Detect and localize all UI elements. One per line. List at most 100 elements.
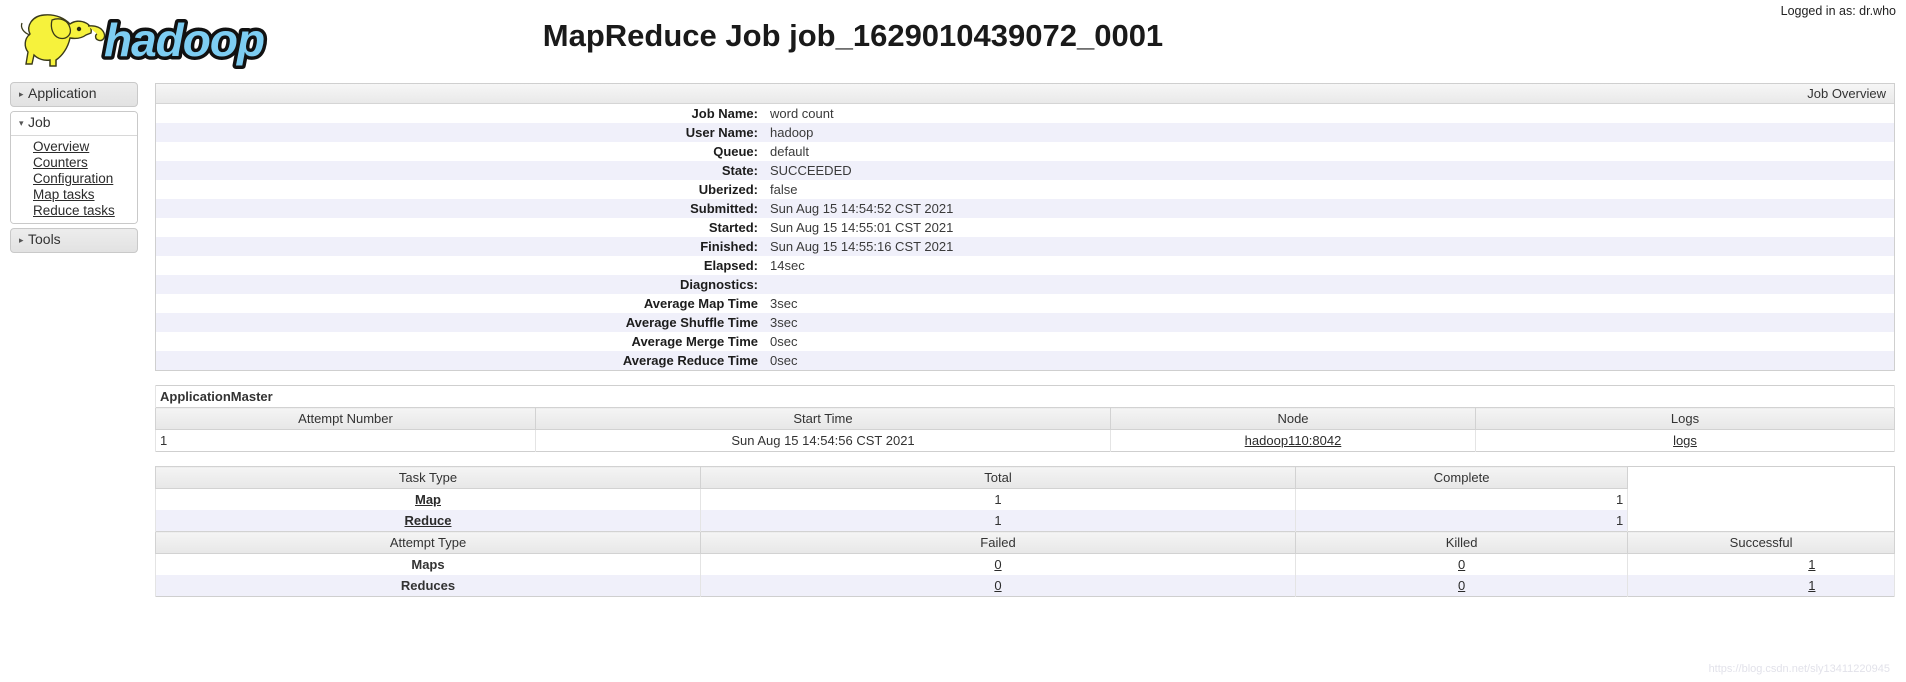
table-row: Average Reduce Time 0sec xyxy=(156,351,1894,370)
main-content: Job Overview Job Name: word count User N… xyxy=(155,83,1895,611)
cell-attempt-number: 1 xyxy=(155,429,536,452)
table-row: Uberized: false xyxy=(156,180,1894,199)
column-header-failed[interactable]: Failed xyxy=(700,531,1296,554)
column-header-killed[interactable]: Killed xyxy=(1294,531,1629,554)
sidebar-header-tools[interactable]: ▸ Tools xyxy=(11,229,137,252)
column-header-attempt-number[interactable]: Attempt Number xyxy=(155,407,536,430)
cell-reduces-killed: 0 xyxy=(1294,575,1629,597)
reduce-tasks-link[interactable]: Reduce xyxy=(405,513,452,528)
cell-reduces-failed: 0 xyxy=(700,575,1296,597)
column-header-attempt-type[interactable]: Attempt Type xyxy=(155,531,701,554)
page-title: MapReduce Job job_1629010439072_0001 xyxy=(542,18,1164,53)
cell-node: hadoop110:8042 xyxy=(1110,429,1476,452)
maps-killed-link[interactable]: 0 xyxy=(1458,557,1465,572)
list-item: Map tasks xyxy=(33,187,137,203)
row-label: Elapsed: xyxy=(703,258,758,273)
cell-map-total: 1 xyxy=(700,488,1296,510)
table-row: Map 1 1 xyxy=(155,488,1895,510)
cell-reduce-complete: 1 xyxy=(1294,510,1629,532)
cell-task-type-reduce: Reduce xyxy=(155,510,701,532)
job-overview-panel: Job Overview Job Name: word count User N… xyxy=(155,83,1895,371)
row-label: State: xyxy=(721,163,758,178)
sidebar-item-overview[interactable]: Overview xyxy=(33,139,89,154)
cell-maps-successful: 1 xyxy=(1627,553,1895,575)
row-label: Submitted: xyxy=(690,201,758,216)
row-label: Job Name: xyxy=(691,106,758,121)
list-item: Configuration xyxy=(33,171,137,187)
job-overview-table: Job Name: word count User Name: hadoop Q… xyxy=(156,104,1894,370)
cell-reduces-successful: 1 xyxy=(1627,575,1895,597)
row-value: 0sec xyxy=(770,353,798,368)
table-row: Submitted: Sun Aug 15 14:54:52 CST 2021 xyxy=(156,199,1894,218)
table-row: Average Merge Time 0sec xyxy=(156,332,1894,351)
sidebar-label-application: Application xyxy=(28,85,97,101)
login-status: Logged in as: dr.who xyxy=(1780,4,1896,18)
row-label: User Name: xyxy=(685,125,758,140)
row-label: Diagnostics: xyxy=(679,277,758,292)
table-row: Queue: default xyxy=(156,142,1894,161)
row-value: 3sec xyxy=(770,315,798,330)
chevron-right-icon: ▸ xyxy=(19,89,24,99)
logs-link[interactable]: logs xyxy=(1673,433,1697,448)
cell-maps-killed: 0 xyxy=(1294,553,1629,575)
row-label: Average Map Time xyxy=(643,296,758,311)
table-header-row: Attempt Type Failed Killed Successful xyxy=(155,531,1895,554)
list-item: Reduce tasks xyxy=(33,203,137,219)
table-row: Elapsed: 14sec xyxy=(156,256,1894,275)
map-tasks-link[interactable]: Map xyxy=(415,492,441,507)
cell-maps-failed: 0 xyxy=(700,553,1296,575)
table-header-row: Task Type Total Complete xyxy=(155,466,1895,489)
maps-successful-link[interactable]: 1 xyxy=(1808,557,1815,572)
application-master-title: ApplicationMaster xyxy=(155,385,1895,408)
row-label: Average Merge Time xyxy=(631,334,758,349)
sidebar-header-job[interactable]: ▾ Job xyxy=(11,112,137,136)
application-master-title-row: ApplicationMaster xyxy=(155,385,1895,408)
table-row: Finished: Sun Aug 15 14:55:16 CST 2021 xyxy=(156,237,1894,256)
row-label: Started: xyxy=(708,220,758,235)
reduces-successful-link[interactable]: 1 xyxy=(1808,578,1815,593)
task-summary-table: Task Type Total Complete Map 1 1 Reduce … xyxy=(155,466,1895,597)
maps-failed-link[interactable]: 0 xyxy=(994,557,1001,572)
sidebar-block-tools[interactable]: ▸ Tools xyxy=(10,228,138,253)
sidebar-item-configuration[interactable]: Configuration xyxy=(33,171,113,186)
column-header-complete[interactable]: Complete xyxy=(1294,466,1629,489)
sidebar-header-application[interactable]: ▸ Application xyxy=(11,83,137,106)
row-value: Sun Aug 15 14:55:16 CST 2021 xyxy=(770,239,954,254)
row-label: Queue: xyxy=(713,144,758,159)
row-value: 3sec xyxy=(770,296,798,311)
sidebar: ▸ Application ▾ Job Overview Counters Conf… xyxy=(10,82,138,257)
column-header-logs[interactable]: Logs xyxy=(1475,407,1895,430)
row-label: Average Reduce Time xyxy=(622,353,758,368)
row-label: Average Shuffle Time xyxy=(625,315,758,330)
row-value: Sun Aug 15 14:55:01 CST 2021 xyxy=(770,220,954,235)
row-value: word count xyxy=(770,106,834,121)
column-header-node[interactable]: Node xyxy=(1110,407,1476,430)
row-value: false xyxy=(770,182,798,197)
sidebar-block-job: ▾ Job Overview Counters Configuration Map… xyxy=(10,111,138,224)
column-header-task-type[interactable]: Task Type xyxy=(155,466,701,489)
row-value-diagnostics xyxy=(764,275,1894,294)
sidebar-item-counters[interactable]: Counters xyxy=(33,155,88,170)
column-header-start-time[interactable]: Start Time xyxy=(535,407,1111,430)
node-link[interactable]: hadoop110:8042 xyxy=(1245,433,1342,448)
sidebar-item-reduce-tasks[interactable]: Reduce tasks xyxy=(33,203,115,218)
reduces-killed-link[interactable]: 0 xyxy=(1458,578,1465,593)
row-label: Uberized: xyxy=(698,182,758,197)
table-row: Job Name: word count xyxy=(156,104,1894,123)
row-value: 0sec xyxy=(770,334,798,349)
sidebar-block-application[interactable]: ▸ Application xyxy=(10,82,138,107)
reduces-failed-link[interactable]: 0 xyxy=(994,578,1001,593)
sidebar-job-items: Overview Counters Configuration Map task… xyxy=(11,136,137,223)
job-overview-caption: Job Overview xyxy=(156,84,1894,104)
sidebar-item-map-tasks[interactable]: Map tasks xyxy=(33,187,95,202)
row-value: 14sec xyxy=(770,258,805,273)
row-value: default xyxy=(770,144,810,159)
column-header-total[interactable]: Total xyxy=(700,466,1296,489)
hadoop-mapreduce-job-page: hadoop hadoop Logged in as: dr.who MapRe… xyxy=(0,0,1906,682)
row-value: Sun Aug 15 14:54:52 CST 2021 xyxy=(770,201,954,216)
table-row: Reduces 0 0 1 xyxy=(155,575,1895,597)
chevron-right-icon: ▸ xyxy=(19,235,24,245)
column-header-successful[interactable]: Successful xyxy=(1627,531,1895,554)
table-row: User Name: hadoop xyxy=(156,123,1894,142)
list-item: Counters xyxy=(33,155,137,171)
